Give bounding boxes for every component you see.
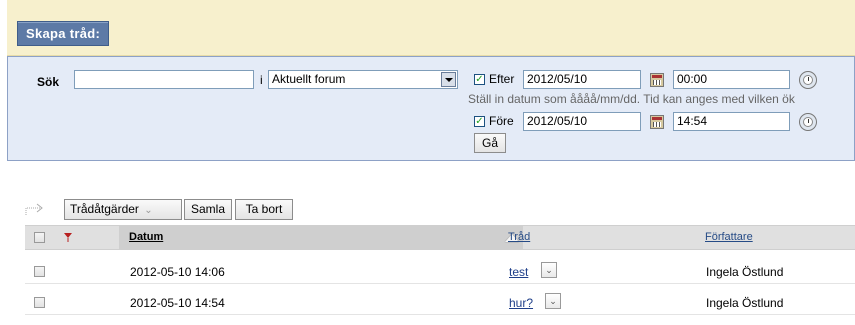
before-label: Före [489,114,514,128]
after-time-input[interactable]: 00:00 [673,70,790,89]
chevron-down-icon: ⌄ [144,205,153,216]
flag-icon[interactable] [63,232,73,243]
in-label: i [260,73,263,87]
top-bar: Skapa tråd: [7,0,855,56]
after-date-input[interactable]: 2012/05/10 [523,70,641,89]
after-label: Efter [489,72,515,86]
row-checkbox[interactable] [34,266,45,277]
row-checkbox[interactable] [34,297,45,308]
chevron-down-icon[interactable]: ⌄ [541,262,557,278]
clock-icon[interactable] [799,71,817,89]
date-format-hint: Ställ in datum som åååå/mm/dd. Tid kan a… [468,92,795,106]
delete-button[interactable]: Ta bort [235,199,293,220]
select-all-checkbox[interactable] [34,232,45,243]
table-row: 2012-05-10 14:06 test ⌄ Ingela Östlund [25,260,855,284]
after-checkbox[interactable]: ✓ [474,74,485,85]
row-author: Ingela Östlund [706,296,784,310]
create-thread-button[interactable]: Skapa tråd: [17,21,110,46]
chevron-down-icon[interactable]: ⌄ [545,293,561,309]
before-time-input[interactable]: 14:54 [673,112,790,131]
chevron-down-icon[interactable] [441,72,456,87]
scope-select[interactable]: Aktuellt forum [268,70,458,89]
thread-actions-button[interactable]: Trådåtgärder ⌄ [64,199,182,220]
row-date: 2012-05-10 14:54 [130,296,225,310]
search-input[interactable] [74,70,254,89]
arrow-right-icon [25,203,43,215]
search-label: Sök [37,75,60,89]
row-thread-link[interactable]: hur? [509,296,533,310]
row-thread-link[interactable]: test [509,265,528,279]
before-date-input[interactable]: 2012/05/10 [523,112,641,131]
calendar-icon[interactable] [650,73,664,87]
sorted-column-bg [119,226,523,249]
date-column-header[interactable]: Datum [129,231,163,243]
clock-icon[interactable] [799,113,817,131]
go-button[interactable]: Gå [474,133,506,153]
thread-column-header[interactable]: Tråd [508,231,530,243]
author-column-header[interactable]: Författare [705,231,753,243]
scope-select-value: Aktuellt forum [272,72,346,86]
collect-button[interactable]: Samla [184,199,232,220]
search-panel: Sök i Aktuellt forum ✓ Efter 2012/05/10 … [7,56,855,161]
before-checkbox[interactable]: ✓ [474,116,485,127]
table-row: 2012-05-10 14:54 hur? ⌄ Ingela Östlund [25,291,855,315]
row-author: Ingela Östlund [706,265,784,279]
calendar-icon[interactable] [650,115,664,129]
row-date: 2012-05-10 14:06 [130,265,225,279]
table-header: Datum Tråd Författare [25,225,855,250]
thread-actions-label: Trådåtgärder [70,202,139,216]
